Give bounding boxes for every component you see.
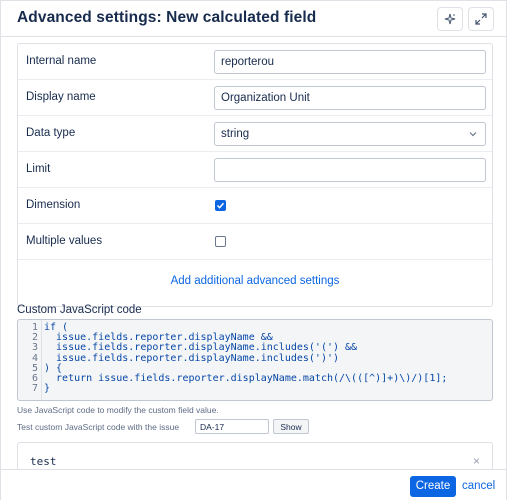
- sparkle-icon: [444, 13, 456, 25]
- dialog-title: Advanced settings: New calculated field: [17, 9, 317, 26]
- code-text: }: [44, 383, 51, 395]
- code-text: return issue.fields.reporter.displayName…: [44, 372, 448, 384]
- dialog-header: Advanced settings: New calculated field: [1, 1, 506, 37]
- internal-name-input[interactable]: reporterou: [214, 50, 486, 74]
- code-line: 4 issue.fields.reporter.displayName.incl…: [18, 352, 492, 364]
- settings-table: Internal name reporterou Display name Or…: [17, 43, 493, 307]
- js-helper-text: Use JavaScript code to modify the custom…: [17, 405, 219, 415]
- add-settings-row: Add additional advanced settings: [18, 260, 492, 306]
- custom-js-label: Custom JavaScript code: [17, 304, 142, 316]
- create-button[interactable]: Create: [410, 476, 456, 497]
- data-type-label: Data type: [26, 127, 76, 139]
- dimension-row: Dimension: [18, 188, 492, 224]
- data-type-select[interactable]: string: [214, 122, 486, 146]
- ai-assist-button[interactable]: [437, 7, 463, 31]
- test-result-box: test ×: [17, 442, 493, 469]
- dialog-body: Internal name reporterou Display name Or…: [1, 38, 506, 469]
- limit-input[interactable]: [214, 158, 486, 182]
- test-issue-input[interactable]: DA-17: [195, 419, 269, 434]
- chevron-down-icon: [469, 132, 477, 137]
- data-type-row: Data type string: [18, 116, 492, 152]
- limit-label: Limit: [26, 163, 51, 175]
- line-number: 7: [31, 383, 38, 395]
- javascript-code-editor[interactable]: 1 if ( 2 issue.fields.reporter.displayNam…: [17, 319, 493, 401]
- display-name-input[interactable]: Organization Unit: [214, 86, 486, 110]
- test-result-value: test: [30, 455, 57, 468]
- show-button[interactable]: Show: [273, 419, 309, 434]
- display-name-row: Display name Organization Unit: [18, 80, 492, 116]
- expand-icon: [475, 13, 487, 25]
- clear-icon[interactable]: ×: [473, 454, 480, 468]
- dimension-label: Dimension: [26, 199, 81, 211]
- code-line: 7}: [18, 383, 492, 395]
- test-issue-label: Test custom JavaScript code with the iss…: [17, 422, 180, 432]
- dimension-checkbox[interactable]: [215, 200, 226, 211]
- advanced-settings-dialog: Advanced settings: New calculated field …: [0, 0, 507, 500]
- cancel-link[interactable]: cancel: [462, 480, 495, 492]
- internal-name-label: Internal name: [26, 55, 97, 67]
- code-text: issue.fields.reporter.displayName.includ…: [44, 352, 340, 364]
- expand-button[interactable]: [468, 7, 494, 31]
- dialog-footer: Create cancel: [1, 469, 506, 500]
- multiple-values-label: Multiple values: [26, 235, 103, 247]
- code-line: 6 return issue.fields.reporter.displayNa…: [18, 372, 492, 384]
- multiple-values-checkbox[interactable]: [215, 236, 226, 247]
- internal-name-row: Internal name reporterou: [18, 44, 492, 80]
- multiple-values-row: Multiple values: [18, 224, 492, 260]
- limit-row: Limit: [18, 152, 492, 188]
- data-type-value: string: [221, 128, 250, 140]
- add-advanced-settings-link[interactable]: Add additional advanced settings: [18, 275, 492, 287]
- checkmark-icon: [216, 202, 225, 209]
- display-name-label: Display name: [26, 91, 96, 103]
